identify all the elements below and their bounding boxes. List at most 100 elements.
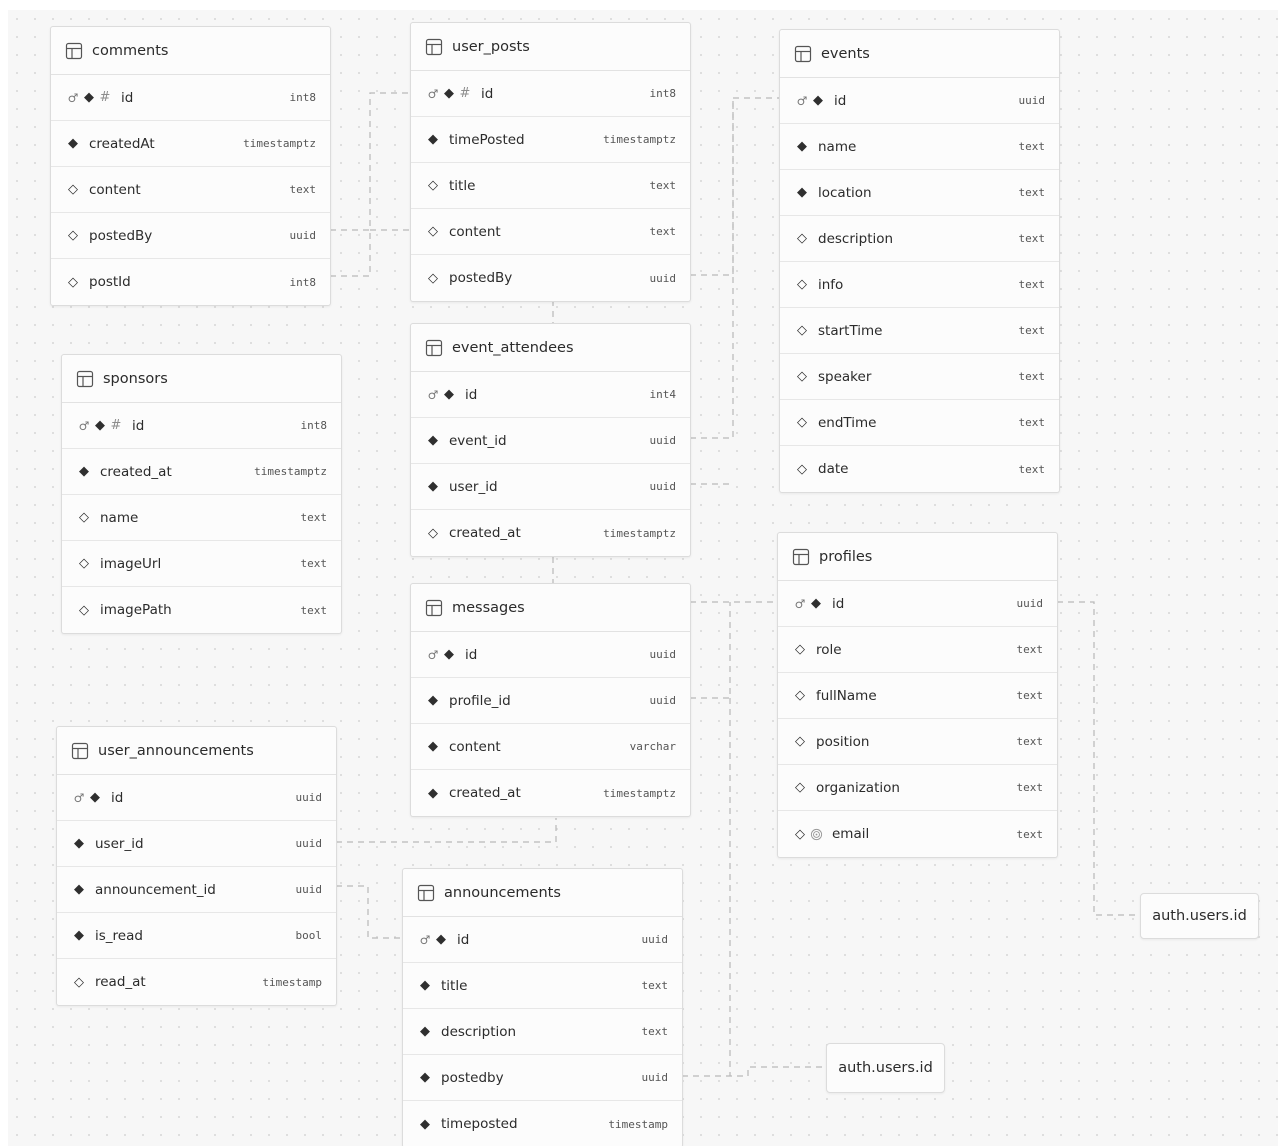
column-row[interactable]: ♂ ◆ # id int8 (51, 75, 330, 121)
relationship-line (330, 92, 410, 231)
table-profiles[interactable]: profiles ♂ ◆ id uuid ◇ role text ◇ fullName text ◇ p… (777, 532, 1058, 858)
nullable-diamond-icon: ◇ (79, 510, 89, 525)
column-row[interactable]: ◇ imagePath text (62, 587, 341, 633)
table-header[interactable]: announcements (403, 869, 682, 917)
table-user-posts[interactable]: user_posts ♂ ◆ # id int8 ◆ timePosted timestampt… (410, 22, 691, 302)
column-row[interactable]: ◇ created_at timestamptz (411, 510, 690, 556)
column-row[interactable]: ♂ ◆ id int4 (411, 372, 690, 418)
column-row[interactable]: ◇ title text (411, 163, 690, 209)
column-row[interactable]: ◇ date text (780, 446, 1059, 492)
column-row[interactable]: ◇ endTime text (780, 400, 1059, 446)
column-name: position (816, 733, 870, 750)
column-row[interactable]: ◇ postedBy uuid (411, 255, 690, 301)
primary-key-diamond-icon: ◆ (444, 647, 454, 662)
column-row[interactable]: ◆ description text (403, 1009, 682, 1055)
column-row[interactable]: ♂ ◆ id uuid (411, 632, 690, 678)
column-row[interactable]: ◆ title text (403, 963, 682, 1009)
column-type: timestamptz (603, 786, 676, 800)
column-type: text (300, 557, 328, 570)
column-name: title (441, 977, 468, 994)
column-row[interactable]: ◆ postedby uuid (403, 1055, 682, 1101)
column-row[interactable]: ◇ role text (778, 627, 1057, 673)
table-header[interactable]: messages (411, 584, 690, 632)
column-row[interactable]: ◆ created_at timestamptz (411, 770, 690, 816)
table-header[interactable]: event_attendees (411, 324, 690, 372)
column-row[interactable]: ◇ info text (780, 262, 1059, 308)
column-type: text (641, 1025, 669, 1038)
table-messages[interactable]: messages ♂ ◆ id uuid ◆ profile_id uuid ◆ content v… (410, 583, 691, 817)
column-row[interactable]: ◆ user_id uuid (57, 821, 336, 867)
column-row[interactable]: ◇ email text (778, 811, 1057, 857)
auth-users-ref-label: auth.users.id (838, 1060, 933, 1076)
column-row[interactable]: ◆ name text (780, 124, 1059, 170)
column-row[interactable]: ◇ description text (780, 216, 1059, 262)
column-type: bool (295, 929, 323, 942)
auth-users-ref-box[interactable]: auth.users.id (1140, 893, 1259, 939)
column-row[interactable]: ♂ ◆ # id int8 (62, 403, 341, 449)
auth-users-ref-box[interactable]: auth.users.id (826, 1043, 945, 1093)
table-header[interactable]: profiles (778, 533, 1057, 581)
column-row[interactable]: ◆ content varchar (411, 724, 690, 770)
table-header[interactable]: comments (51, 27, 330, 75)
nullable-diamond-icon: ◇ (68, 228, 78, 243)
key-icon: ♂ (73, 790, 85, 805)
column-row[interactable]: ◆ user_id uuid (411, 464, 690, 510)
table-event-attendees[interactable]: event_attendees ♂ ◆ id int4 ◆ event_id uuid ◆ use… (410, 323, 691, 557)
column-type: text (1016, 643, 1044, 656)
column-name: id (111, 789, 124, 806)
table-sponsors[interactable]: sponsors ♂ ◆ # id int8 ◆ created_at timestamptz ◇… (61, 354, 342, 634)
column-row[interactable]: ◆ timeposted timestamp (403, 1101, 682, 1146)
column-row[interactable]: ◆ event_id uuid (411, 418, 690, 464)
column-row[interactable]: ◇ organization text (778, 765, 1057, 811)
column-row[interactable]: ♂ ◆ id uuid (780, 78, 1059, 124)
column-type: varchar (629, 740, 676, 753)
column-type: text (641, 979, 669, 992)
table-user-announcements[interactable]: user_announcements ♂ ◆ id uuid ◆ user_id uuid ◆ a… (56, 726, 337, 1006)
column-row[interactable]: ◇ name text (62, 495, 341, 541)
column-row[interactable]: ◇ content text (411, 209, 690, 255)
column-type: timestamptz (603, 133, 676, 146)
column-row[interactable]: ◇ postedBy uuid (51, 213, 330, 259)
column-type: text (1018, 232, 1046, 245)
column-row[interactable]: ♂ ◆ id uuid (778, 581, 1057, 627)
column-name: id (132, 417, 145, 434)
table-events[interactable]: events ♂ ◆ id uuid ◆ name text ◆ location text ◇ des… (779, 29, 1060, 493)
table-header[interactable]: user_posts (411, 23, 690, 71)
column-row[interactable]: ◇ content text (51, 167, 330, 213)
schema-canvas[interactable]: comments ♂ ◆ # id int8 ◆ createdAt timestamptz ◇ c… (8, 10, 1278, 1146)
column-row[interactable]: ◆ created_at timestamptz (62, 449, 341, 495)
table-announcements[interactable]: announcements ♂ ◆ id uuid ◆ title text ◆ descript… (402, 868, 683, 1146)
table-header[interactable]: user_announcements (57, 727, 336, 775)
required-diamond-icon: ◆ (428, 739, 438, 754)
column-row[interactable]: ◇ imageUrl text (62, 541, 341, 587)
nullable-diamond-icon: ◇ (795, 642, 805, 657)
column-type: text (1018, 462, 1046, 476)
column-type: text (300, 603, 328, 617)
column-row[interactable]: ◇ startTime text (780, 308, 1059, 354)
table-header[interactable]: sponsors (62, 355, 341, 403)
column-row[interactable]: ♂ ◆ id uuid (57, 775, 336, 821)
column-row[interactable]: ◆ announcement_id uuid (57, 867, 336, 913)
column-row[interactable]: ◇ position text (778, 719, 1057, 765)
table-icon (76, 370, 94, 388)
table-header[interactable]: events (780, 30, 1059, 78)
column-row[interactable]: ◆ createdAt timestamptz (51, 121, 330, 167)
column-name: timePosted (449, 131, 525, 148)
required-diamond-icon: ◆ (79, 464, 89, 479)
column-row[interactable]: ◆ profile_id uuid (411, 678, 690, 724)
column-row[interactable]: ◇ fullName text (778, 673, 1057, 719)
nullable-diamond-icon: ◇ (68, 274, 78, 290)
relationship-line (690, 98, 734, 439)
column-row[interactable]: ♂ ◆ # id int8 (411, 71, 690, 117)
column-row[interactable]: ◇ speaker text (780, 354, 1059, 400)
column-row[interactable]: ♂ ◆ id uuid (403, 917, 682, 963)
column-row[interactable]: ◆ location text (780, 170, 1059, 216)
column-row[interactable]: ◇ postId int8 (51, 259, 330, 305)
required-diamond-icon: ◆ (420, 1116, 430, 1132)
table-comments[interactable]: comments ♂ ◆ # id int8 ◆ createdAt timestamptz ◇ c… (50, 26, 331, 306)
identity-hash-icon: # (110, 418, 122, 433)
column-row[interactable]: ◆ timePosted timestamptz (411, 117, 690, 163)
primary-key-diamond-icon: ◆ (811, 596, 821, 611)
column-row[interactable]: ◆ is_read bool (57, 913, 336, 959)
column-row[interactable]: ◇ read_at timestamp (57, 959, 336, 1005)
